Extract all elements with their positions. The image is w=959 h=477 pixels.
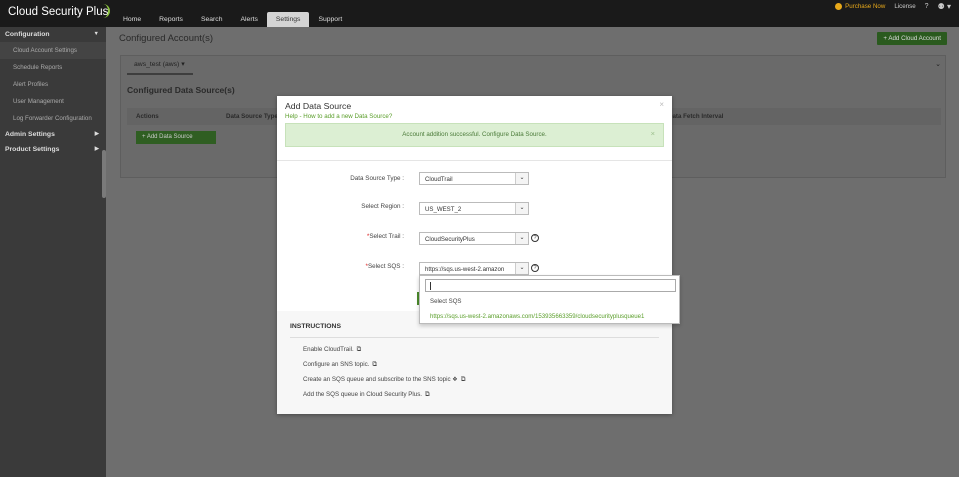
- top-right-links: Purchase Now License ? ⚉ ▾: [835, 2, 951, 11]
- purchase-now-link[interactable]: Purchase Now: [835, 3, 885, 10]
- sqs-label: *Select SQS :: [294, 263, 404, 270]
- chevron-down-icon: ⌄: [515, 203, 528, 214]
- sqs-select[interactable]: https://sqs.us-west-2.amazon ⌄: [419, 262, 529, 275]
- instructions-divider: [290, 337, 659, 338]
- top-bar: Cloud Security Plus Home Reports Search …: [0, 0, 959, 27]
- tab-home[interactable]: Home: [114, 12, 150, 27]
- field-label: Data Source Type :: [350, 175, 404, 182]
- dropdown-search-input[interactable]: [425, 279, 676, 292]
- region-select[interactable]: US_WEST_2 ⌄: [419, 202, 529, 215]
- field-label: Select Region :: [361, 203, 404, 210]
- sidebar-item-log-forwarder-configuration[interactable]: Log Forwarder Configuration: [0, 110, 106, 127]
- sqs-dropdown-menu: Select SQS https://sqs.us-west-2.amazona…: [419, 275, 680, 324]
- select-value: CloudSecurityPlus: [425, 235, 475, 243]
- sidebar-section-label: Admin Settings: [5, 131, 55, 138]
- field-label: Select SQS :: [367, 263, 404, 270]
- section-title: Configured Data Source(s): [127, 85, 235, 95]
- column-data-source-type: Data Source Type: [226, 113, 278, 120]
- instruction-text: Enable CloudTrail.: [303, 346, 354, 353]
- success-message: Account addition successful. Configure D…: [402, 131, 547, 138]
- divider: [277, 160, 672, 161]
- sidebar-item-cloud-account-settings[interactable]: Cloud Account Settings: [0, 42, 106, 59]
- external-link-icon[interactable]: ⧉: [357, 346, 362, 353]
- instruction-item: Configure an SNS topic. ⧉: [303, 361, 377, 369]
- sidebar-section-label: Configuration: [5, 31, 50, 38]
- instruction-text: Configure an SNS topic.: [303, 361, 370, 368]
- sidebar-item-alert-profiles[interactable]: Alert Profiles: [0, 76, 106, 93]
- chevron-down-icon: ⌄: [515, 173, 528, 184]
- logo-arc-icon: [100, 4, 110, 18]
- dropdown-option-select-sqs[interactable]: Select SQS: [430, 298, 462, 305]
- purchase-label: Purchase Now: [845, 3, 886, 10]
- tab-support[interactable]: Support: [309, 12, 351, 27]
- data-source-type-select[interactable]: CloudTrail ⌄: [419, 172, 529, 185]
- region-label: Select Region :: [294, 203, 404, 210]
- instruction-item: Enable CloudTrail. ⧉: [303, 346, 361, 354]
- modal-title: Add Data Source: [285, 101, 352, 111]
- select-value: CloudTrail: [425, 175, 453, 183]
- select-value: US_WEST_2: [425, 205, 462, 213]
- user-menu-icon[interactable]: ⚉ ▾: [938, 2, 951, 11]
- sidebar-section-configuration[interactable]: Configuration ▼: [0, 27, 106, 42]
- sidebar-section-product-settings[interactable]: Product Settings ▶: [0, 142, 106, 157]
- tab-alerts[interactable]: Alerts: [232, 12, 267, 27]
- select-value: https://sqs.us-west-2.amazon: [425, 265, 505, 273]
- help-link[interactable]: Help - How to add a new Data Source?: [285, 113, 392, 120]
- column-actions: Actions: [136, 113, 159, 120]
- trail-select[interactable]: CloudSecurityPlus ⌄: [419, 232, 529, 245]
- chevron-right-icon: ▶: [94, 146, 99, 152]
- add-data-source-button[interactable]: + Add Data Source: [136, 131, 216, 144]
- field-label: Select Trail :: [369, 233, 404, 240]
- tab-search[interactable]: Search: [192, 12, 232, 27]
- sqs-help-icon[interactable]: ?: [531, 264, 539, 272]
- trail-help-icon[interactable]: ?: [531, 234, 539, 242]
- close-icon[interactable]: ×: [651, 129, 655, 138]
- chevron-down-icon: ⌄: [515, 233, 528, 244]
- app-logo[interactable]: Cloud Security Plus: [8, 6, 108, 18]
- external-link-icon[interactable]: ⧉: [372, 361, 377, 368]
- add-data-source-modal: Add Data Source Help - How to add a new …: [277, 96, 672, 414]
- purchase-icon: [835, 3, 843, 10]
- page-title: Configured Account(s): [119, 33, 213, 44]
- column-data-fetch-interval: Data Fetch Interval: [668, 113, 724, 120]
- instruction-text: Add the SQS queue in Cloud Security Plus…: [303, 391, 423, 398]
- success-alert: Account addition successful. Configure D…: [285, 123, 664, 147]
- instructions-title: INSTRUCTIONS: [290, 323, 341, 330]
- instruction-item: Create an SQS queue and subscribe to the…: [303, 376, 465, 384]
- sidebar-item-user-management[interactable]: User Management: [0, 93, 106, 110]
- chevron-right-icon: ▶: [94, 131, 99, 137]
- external-link-icon[interactable]: ⧉: [425, 391, 430, 398]
- license-link[interactable]: License: [894, 3, 915, 10]
- trail-label: *Select Trail :: [294, 233, 404, 240]
- external-link-icon[interactable]: ⧉: [461, 376, 466, 383]
- sidebar-section-label: Product Settings: [5, 146, 60, 153]
- instruction-item: Add the SQS queue in Cloud Security Plus…: [303, 391, 430, 399]
- instruction-text: Create an SQS queue and subscribe to the…: [303, 376, 458, 383]
- help-icon[interactable]: ?: [925, 3, 929, 10]
- chevron-down-icon[interactable]: ⌄: [935, 60, 941, 68]
- chevron-down-icon: ⌄: [515, 263, 528, 274]
- text-cursor: [430, 282, 431, 290]
- sidebar-section-admin-settings[interactable]: Admin Settings ▶: [0, 127, 106, 142]
- account-tab-underline: [127, 73, 193, 75]
- sidebar-item-schedule-reports[interactable]: Schedule Reports: [0, 59, 106, 76]
- chevron-down-icon: ▼: [93, 31, 99, 37]
- data-source-type-label: Data Source Type :: [294, 175, 404, 182]
- add-cloud-account-button[interactable]: + Add Cloud Account: [877, 32, 947, 45]
- main-nav: Home Reports Search Alerts Settings Supp…: [114, 12, 351, 27]
- close-icon[interactable]: ×: [659, 100, 664, 109]
- tab-reports[interactable]: Reports: [150, 12, 192, 27]
- tab-settings[interactable]: Settings: [266, 12, 310, 27]
- dropdown-option-sqs-queue[interactable]: https://sqs.us-west-2.amazonaws.com/1539…: [430, 313, 644, 320]
- sidebar: Configuration ▼ Cloud Account Settings S…: [0, 27, 106, 477]
- account-tab[interactable]: aws_test (aws) ▾: [134, 60, 185, 68]
